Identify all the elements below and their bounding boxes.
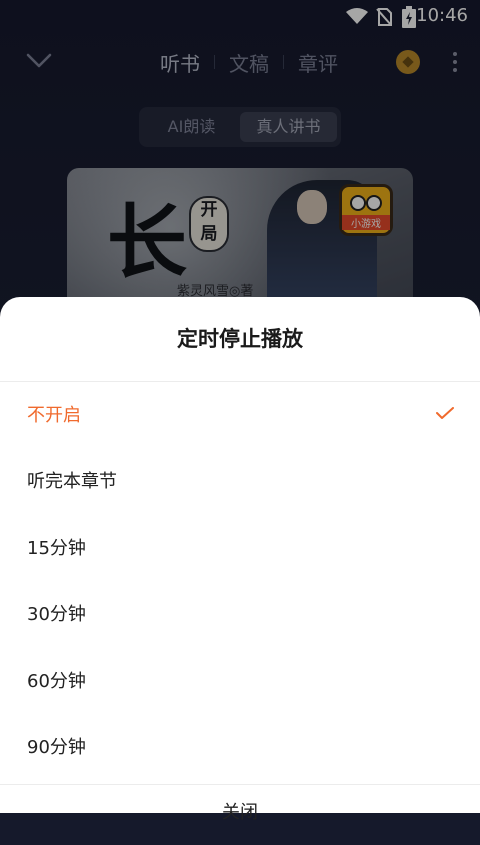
timer-option-label: 15分钟 <box>27 538 86 559</box>
close-button[interactable]: 关闭 <box>0 785 480 845</box>
checkmark-icon <box>436 407 454 419</box>
timer-option-label: 听完本章节 <box>27 471 117 492</box>
timer-option-15-min[interactable]: 15分钟 <box>0 516 480 582</box>
timer-option-chapter-end[interactable]: 听完本章节 <box>0 449 480 515</box>
timer-option-label: 60分钟 <box>27 671 86 692</box>
timer-option-30-min[interactable]: 30分钟 <box>0 582 480 648</box>
timer-option-label: 30分钟 <box>27 604 86 625</box>
timer-option-off[interactable]: 不开启 <box>0 383 480 449</box>
timer-option-60-min[interactable]: 60分钟 <box>0 649 480 715</box>
timer-option-90-min[interactable]: 90分钟 <box>0 715 480 781</box>
timer-option-label: 90分钟 <box>27 737 86 758</box>
sheet-divider <box>0 381 480 382</box>
sleep-timer-sheet: 定时停止播放 不开启 听完本章节 15分钟 30分钟 60分钟 90分钟 关闭 <box>0 297 480 823</box>
timer-option-label: 不开启 <box>27 405 81 426</box>
sheet-title: 定时停止播放 <box>177 327 303 351</box>
